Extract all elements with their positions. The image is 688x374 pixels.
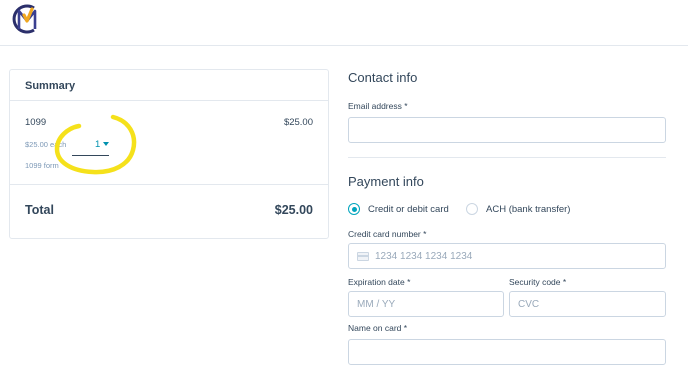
line-item-unit-price: $25.00 each — [25, 140, 67, 149]
line-item-description: 1099 form — [25, 161, 59, 170]
card-payment-radio[interactable] — [348, 203, 360, 215]
divider — [10, 100, 328, 101]
divider — [10, 184, 328, 185]
name-on-card-input[interactable] — [349, 340, 665, 364]
card-number-field[interactable] — [348, 243, 666, 269]
payment-info-heading: Payment info — [348, 174, 424, 189]
company-logo[interactable] — [10, 2, 44, 36]
security-code-field[interactable] — [509, 291, 666, 317]
quantity-dropdown[interactable]: 1 — [72, 136, 109, 156]
ach-payment-radio[interactable] — [466, 203, 478, 215]
header-bar — [0, 0, 688, 46]
expiration-date-field[interactable] — [348, 291, 504, 317]
caret-down-icon — [103, 142, 109, 146]
line-item-name: 1099 — [25, 117, 47, 128]
card-number-label: Credit card number * — [348, 229, 427, 239]
quantity-value: 1 — [95, 139, 101, 150]
security-code-label: Security code * — [509, 277, 567, 287]
name-on-card-field[interactable] — [348, 339, 666, 365]
email-label: Email address * — [348, 101, 408, 111]
line-item-price: $25.00 — [283, 117, 313, 128]
total-value: $25.00 — [274, 203, 313, 217]
total-label: Total — [25, 203, 54, 217]
name-on-card-label: Name on card * — [348, 323, 408, 333]
expiration-date-input[interactable] — [349, 292, 503, 316]
summary-title: Summary — [25, 80, 76, 92]
contact-info-heading: Contact info — [348, 70, 418, 85]
card-payment-label[interactable]: Credit or debit card — [368, 204, 449, 215]
credit-card-icon — [357, 252, 369, 261]
email-field[interactable] — [348, 117, 666, 143]
card-number-input[interactable] — [349, 244, 665, 268]
order-summary-card: Summary 1099 $25.00 $25.00 each 1 1099 f… — [9, 69, 329, 239]
expiration-date-label: Expiration date * — [348, 277, 411, 287]
email-input[interactable] — [349, 118, 665, 142]
ach-payment-label[interactable]: ACH (bank transfer) — [486, 204, 570, 215]
divider — [348, 157, 666, 158]
security-code-input[interactable] — [510, 292, 665, 316]
